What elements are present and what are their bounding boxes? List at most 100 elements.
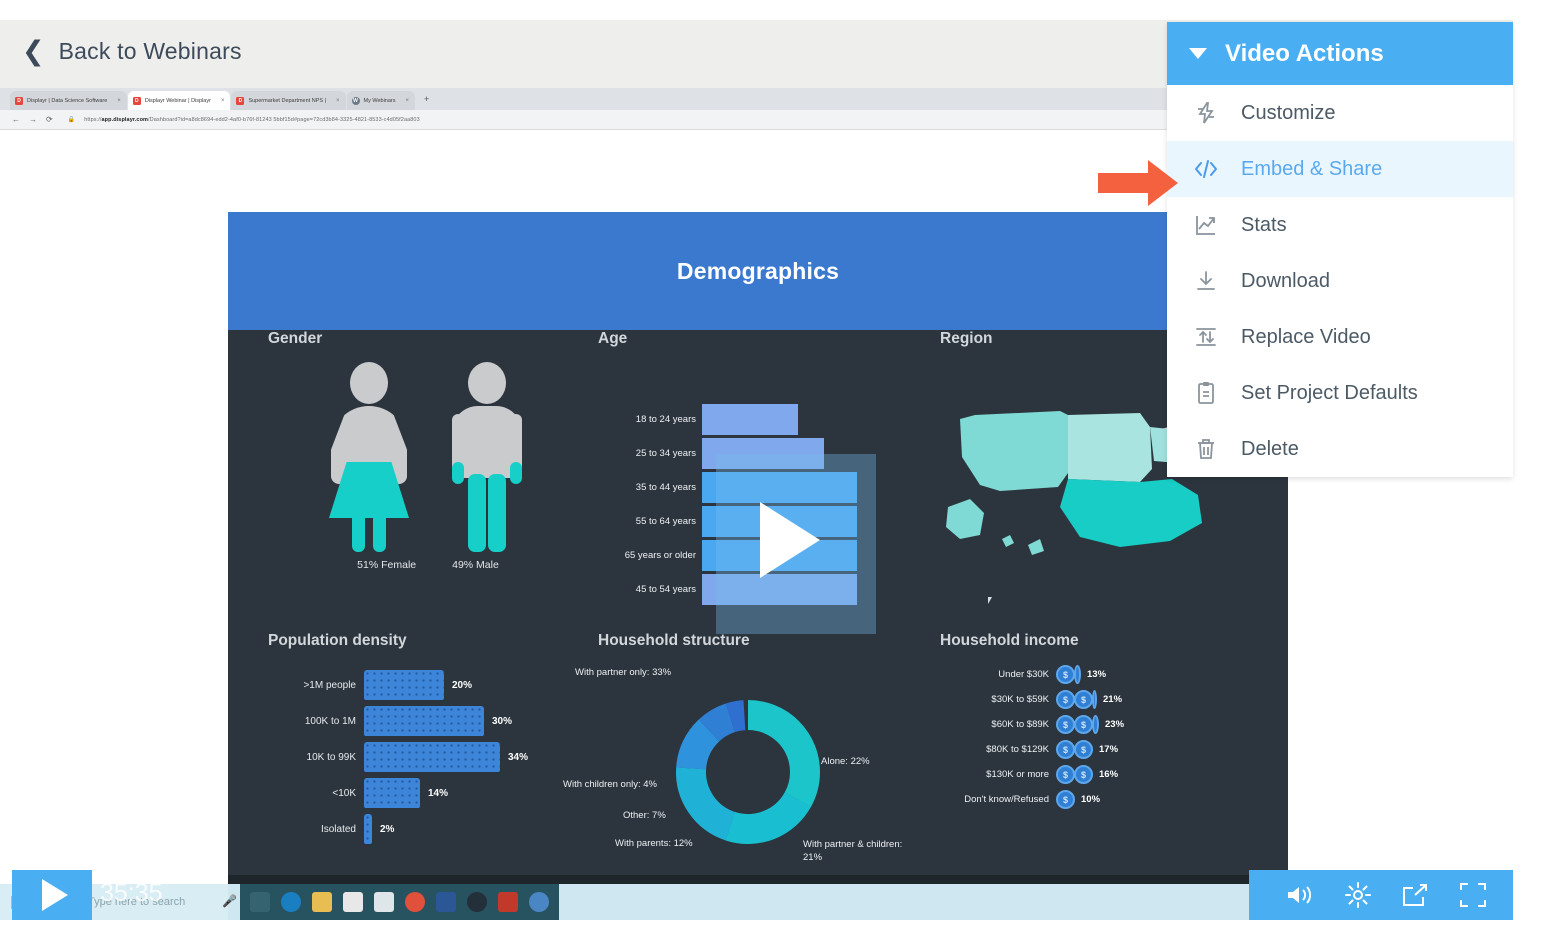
video-play-button[interactable] [12,870,92,920]
red-arrow-annotation [1098,160,1178,206]
age-bar [702,403,798,435]
new-tab-button[interactable]: + [424,94,429,104]
video-actions-header[interactable]: Video Actions [1167,22,1513,85]
coin-pictogram: $ [1056,790,1075,809]
coin-icon: $ [1056,665,1075,684]
menu-item-label: Customize [1241,101,1336,124]
microphone-icon[interactable]: 🎤 [222,894,237,908]
url-text[interactable]: https://app.displayr.com/Dashboard?id=a8… [84,117,420,123]
menu-item-customize[interactable]: Customize [1167,85,1513,141]
coin-icon: $ [1074,690,1093,709]
close-icon[interactable]: × [117,98,121,104]
donut-label-with-parents: With parents: 12% [615,838,693,849]
powerpoint-icon[interactable] [498,892,518,912]
fullscreen-icon[interactable] [1459,882,1487,908]
menu-item-label: Download [1241,269,1330,292]
coin-pictogram: $ [1056,665,1081,684]
population-label: Isolated [320,823,356,835]
clipboard-icon [1193,381,1219,405]
file-explorer-icon[interactable] [312,892,332,912]
tab-title: Displayr Webinar | Displayr [144,97,211,104]
arrow-left-icon[interactable]: ← [12,115,20,124]
population-row: <10K 14% [268,775,578,811]
settings-icon[interactable] [467,892,487,912]
arrow-right-icon[interactable]: → [29,115,37,124]
gender-label-female: 51% Female [357,559,417,571]
coin-pictogram: $ $ [1056,765,1093,784]
caret-down-icon [1189,48,1207,59]
coin-icon-partial [1074,665,1081,684]
female-figure-icon [326,362,412,552]
donut-label-partner-children: With partner & children: 21% [803,839,903,863]
income-value: 13% [1087,669,1107,680]
income-row: Don't know/Refused $ 10% [928,787,1258,812]
income-label: $60K to $89K [991,719,1049,730]
household-structure-chart: With partner only: 33% Alone: 22% With p… [563,652,923,882]
browser-tab[interactable]: D Displayr | Data Science Software × [10,91,127,110]
close-icon[interactable]: × [336,98,340,104]
panel-title-region: Region [940,330,993,347]
top-margin [0,0,1548,20]
panel-title-household-income: Household income [940,632,1079,649]
coin-icon: $ [1074,765,1093,784]
income-row: Under $30K $ 13% [928,662,1258,687]
browser-tab[interactable]: D Displayr Webinar | Displayr × [127,91,231,110]
task-view-icon[interactable] [250,892,270,912]
close-icon[interactable]: × [221,98,225,104]
video-right-controls [1249,870,1513,920]
back-to-webinars-label: Back to Webinars [58,38,242,64]
code-icon [1193,158,1219,180]
edge-icon[interactable] [281,892,301,912]
url-prefix: https:// [84,116,102,123]
menu-item-delete[interactable]: Delete [1167,421,1513,477]
income-label: Don't know/Refused [964,794,1049,805]
word-icon[interactable] [436,892,456,912]
reload-icon[interactable]: ⟳ [46,115,53,124]
menu-item-embed-share[interactable]: Embed & Share [1167,141,1513,197]
menu-item-stats[interactable]: Stats [1167,197,1513,253]
donut-label-alone: Alone: 22% [821,756,870,767]
menu-item-replace-video[interactable]: Replace Video [1167,309,1513,365]
displayr-favicon: D [236,96,245,105]
teams-icon[interactable] [529,892,549,912]
browser-tab[interactable]: W My Webinars × [346,91,416,110]
coin-pictogram: $ $ [1056,690,1097,709]
menu-item-download[interactable]: Download [1167,253,1513,309]
gender-pictogram [288,362,568,552]
male-figure-icon [444,362,530,552]
population-bar [364,706,484,736]
play-icon-overlay[interactable] [760,502,820,578]
dashboard-header: Demographics [228,212,1288,330]
store-icon[interactable] [343,892,363,912]
menu-item-set-project-defaults[interactable]: Set Project Defaults [1167,365,1513,421]
panel-title-gender: Gender [268,330,323,347]
bolt-icon [1193,101,1219,125]
mail-icon[interactable] [374,892,394,912]
population-value: 14% [428,787,449,799]
income-label: Under $30K [998,669,1049,680]
coin-pictogram: $ $ [1056,740,1093,759]
volume-icon[interactable] [1285,883,1315,907]
menu-item-label: Delete [1241,437,1299,460]
gender-labels: 51% Female 49% Male [288,559,568,571]
close-icon[interactable]: × [406,98,410,104]
coin-pictogram: $ $ [1056,715,1099,734]
income-value: 17% [1099,744,1119,755]
panel-title-population-density: Population density [268,632,407,649]
coin-icon: $ [1056,690,1075,709]
income-row: $30K to $59K $ $ 21% [928,687,1258,712]
household-income-chart: Under $30K $ 13% $30K to $59K $ $ 21% $6… [928,662,1258,812]
back-to-webinars-link[interactable]: ❮ Back to Webinars [22,38,242,65]
share-icon[interactable] [1401,882,1429,908]
chrome-icon[interactable] [405,892,425,912]
url-path: /Dashboard?id=a8dc8694-edd2-4af0-b76f-81… [148,116,420,123]
income-label: $30K to $59K [991,694,1049,705]
browser-tab[interactable]: D Supermarket Department NPS | × [231,91,346,110]
population-label: <10K [332,787,356,799]
income-row: $130K or more $ $ 16% [928,762,1258,787]
app-root: ❮ Back to Webinars D Displayr | Data Sci… [0,0,1548,943]
gear-icon[interactable] [1345,882,1371,908]
video-actions-panel: Video Actions Customize Embed & Share St… [1167,22,1513,477]
displayr-favicon: D [15,96,23,105]
webinars-favicon: W [351,96,360,105]
